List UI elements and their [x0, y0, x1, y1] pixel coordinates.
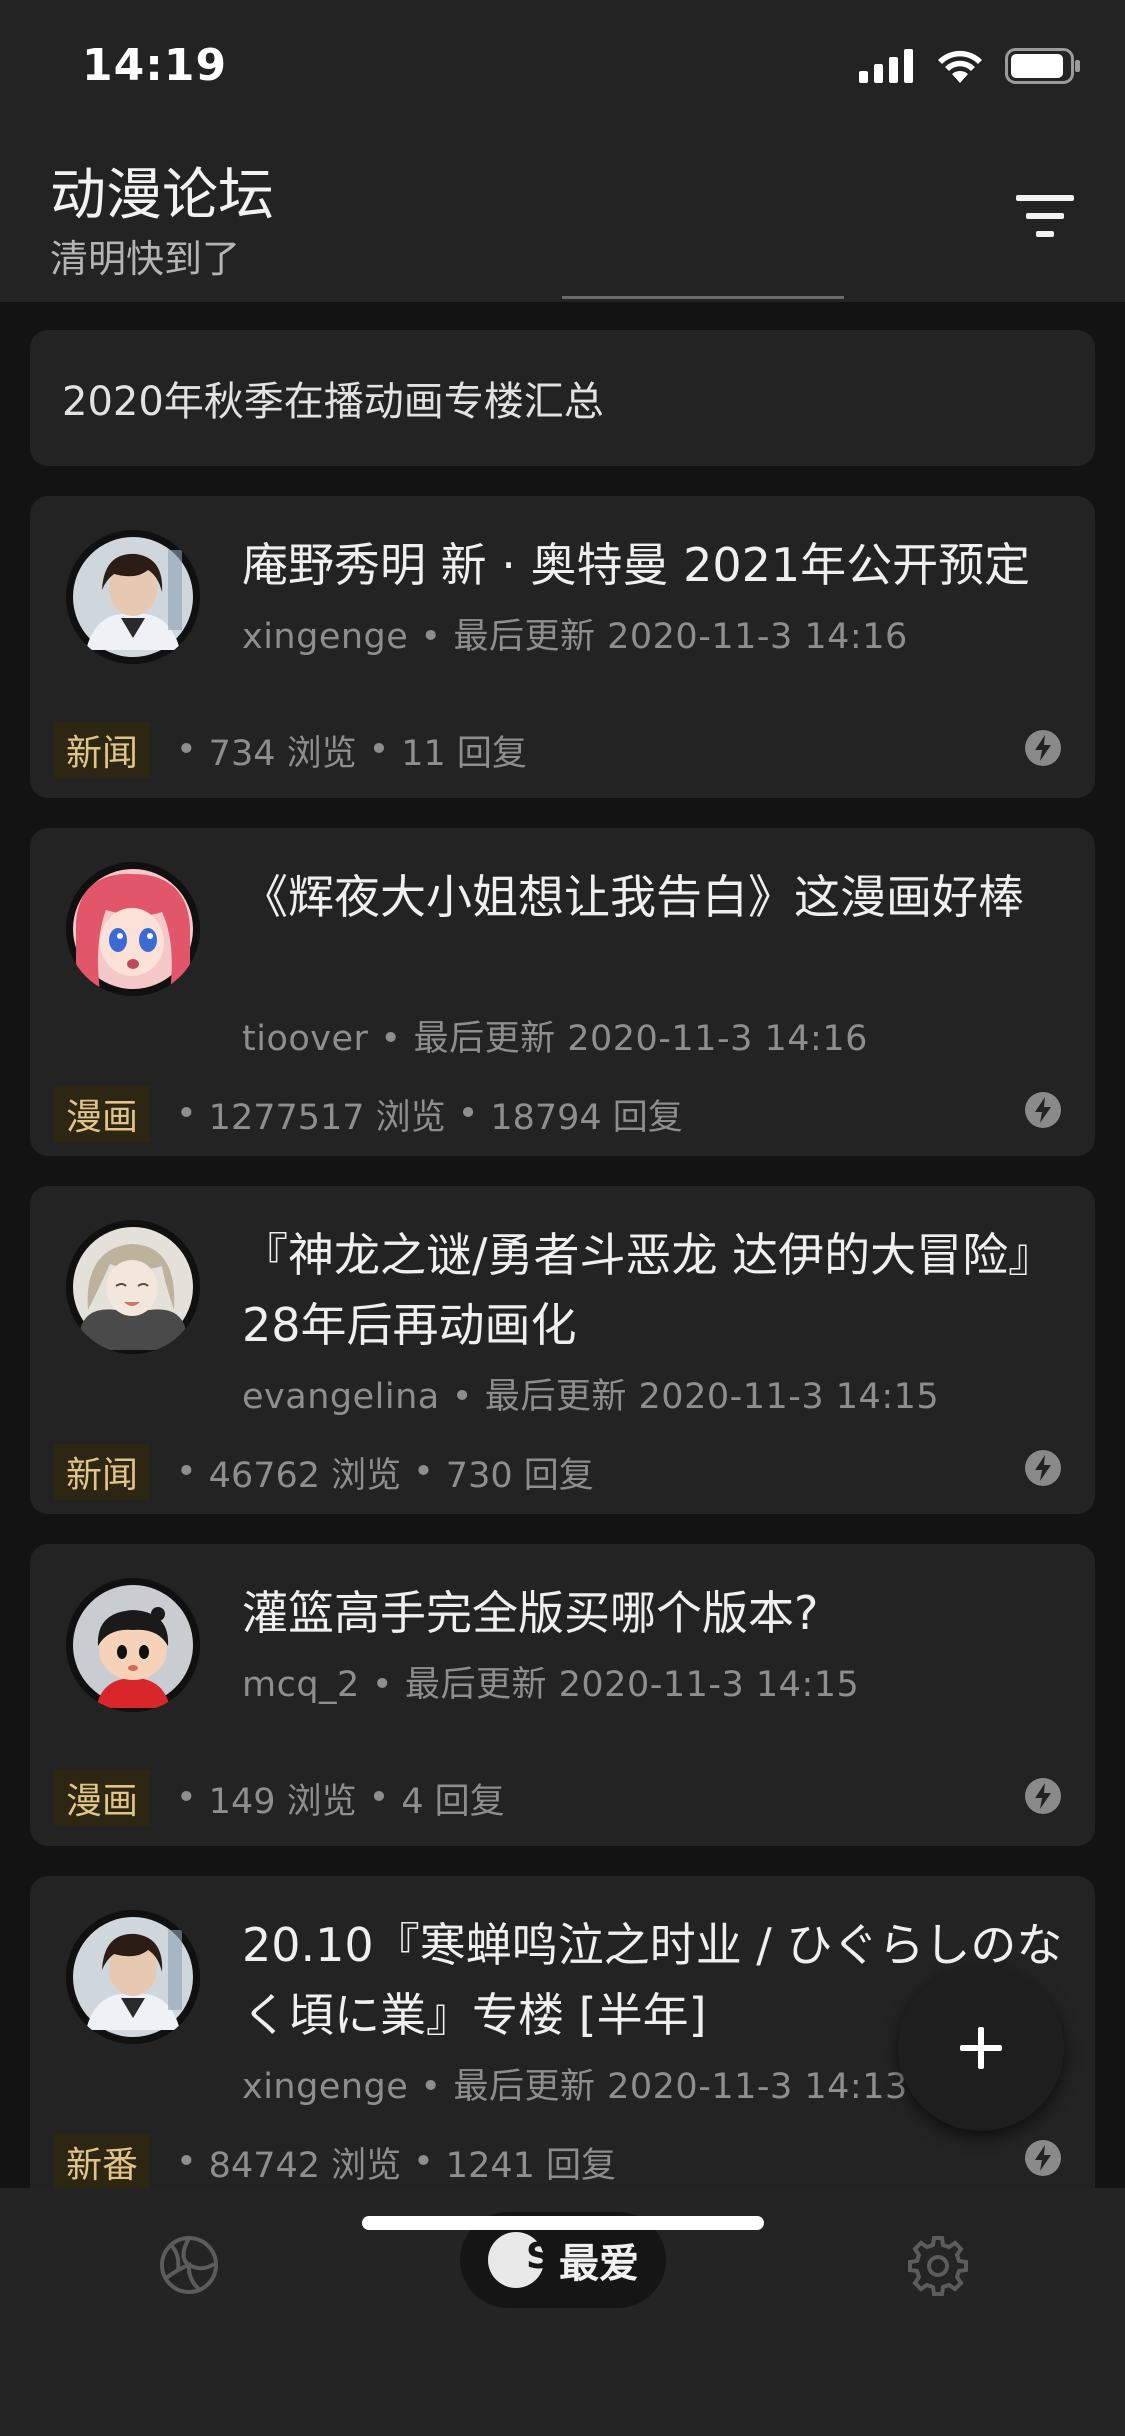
post-card[interactable]: 《辉夜大小姐想让我告白》这漫画好棒 tioover • 最后更新 2020-11-3…: [30, 828, 1095, 1156]
post-views: 46762 浏览: [208, 1455, 402, 1496]
post-replies: 1241 回复: [445, 2145, 616, 2186]
post-title: 庵野秀明 新 · 奥特曼 2021年公开预定: [242, 538, 1031, 592]
post-tag[interactable]: 新番: [54, 2134, 151, 2190]
avatar[interactable]: [66, 862, 200, 996]
post-tag[interactable]: 漫画: [54, 1086, 151, 1142]
post-updated: 2020-11-3 14:13: [607, 2067, 908, 2107]
post-card[interactable]: 庵野秀明 新 · 奥特曼 2021年公开预定 xingenge • 最后更新 202…: [30, 496, 1095, 798]
post-updated: 2020-11-3 14:15: [638, 1377, 940, 1417]
filter-icon: [1016, 195, 1074, 241]
avatar[interactable]: [66, 530, 200, 664]
new-post-button[interactable]: [898, 1965, 1064, 2131]
plus-icon: [960, 2027, 1002, 2069]
nav-item-forums[interactable]: [158, 2234, 220, 2300]
post-author: mcq_2: [242, 1665, 360, 1705]
post-author: tioover: [242, 1019, 369, 1059]
post-updated-label: 最后更新: [453, 617, 596, 657]
status-bar: 14:19: [0, 0, 1125, 140]
bolt-icon[interactable]: [1023, 728, 1063, 768]
post-replies: 4 回复: [401, 1781, 505, 1822]
pinned-post[interactable]: 2020年秋季在播动画专楼汇总: [30, 330, 1095, 466]
favorites-badge-letter: S: [526, 2236, 552, 2277]
post-replies: 730 回复: [445, 1455, 594, 1496]
post-title: 《辉夜大小姐想让我告白》这漫画好棒: [242, 870, 1024, 924]
post-updated: 2020-11-3 14:15: [558, 1665, 860, 1705]
home-indicator: [362, 2216, 764, 2230]
post-meta: xingenge • 最后更新 2020-11-3 14:13: [242, 2067, 908, 2107]
post-updated-label: 最后更新: [413, 1019, 556, 1059]
post-author: xingenge: [242, 617, 409, 657]
post-footer: 漫画 • 1277517 浏览 • 18794 回复: [54, 1086, 683, 1142]
post-card[interactable]: 『神龙之谜/勇者斗恶龙 达伊的大冒险』28年后再动画化 evangelina • 最…: [30, 1186, 1095, 1514]
post-views: 149 浏览: [208, 1781, 357, 1822]
post-views: 1277517 浏览: [208, 1097, 446, 1138]
post-card[interactable]: 灌篮高手完全版买哪个版本? mcq_2 • 最后更新 2020-11-3 14:15…: [30, 1544, 1095, 1846]
app-bar: 动漫论坛 清明快到了: [0, 140, 1125, 302]
post-author: xingenge: [242, 2067, 409, 2107]
post-replies: 18794 回复: [490, 1097, 683, 1138]
post-meta: evangelina • 最后更新 2020-11-3 14:15: [242, 1377, 940, 1417]
avatar[interactable]: [66, 1578, 200, 1712]
post-updated: 2020-11-3 14:16: [567, 1019, 868, 1059]
post-tag[interactable]: 新闻: [54, 1444, 151, 1500]
nav-favorites-label: 最爱: [559, 2241, 639, 2287]
avatar[interactable]: [66, 1220, 200, 1354]
post-updated-label: 最后更新: [453, 2067, 596, 2107]
bolt-icon[interactable]: [1023, 1776, 1063, 1816]
wifi-icon: [937, 49, 983, 87]
post-footer: 新闻 • 46762 浏览 • 730 回复: [54, 1444, 594, 1500]
post-updated-label: 最后更新: [404, 1665, 547, 1705]
page-subtitle: 清明快到了: [50, 237, 241, 281]
post-tag[interactable]: 漫画: [54, 1770, 151, 1826]
screen: 14:19 动漫论坛 清明快到了 2020年秋季在播动画专楼汇总 庵野秀明 新 …: [0, 0, 1125, 2436]
avatar[interactable]: [66, 1910, 200, 2044]
post-title: 灌篮高手完全版买哪个版本?: [242, 1586, 819, 1640]
signal-icon: [859, 49, 915, 87]
post-author: evangelina: [242, 1377, 440, 1417]
post-updated: 2020-11-3 14:16: [607, 617, 908, 657]
post-meta: tioover • 最后更新 2020-11-3 14:16: [242, 1019, 868, 1059]
post-meta: xingenge • 最后更新 2020-11-3 14:16: [242, 617, 908, 657]
pinned-post-title: 2020年秋季在播动画专楼汇总: [62, 379, 604, 425]
volleyball-icon: [160, 2236, 218, 2294]
post-views: 734 浏览: [208, 733, 357, 774]
post-views: 84742 浏览: [208, 2145, 402, 2186]
post-title: 『神龙之谜/勇者斗恶龙 达伊的大冒险』28年后再动画化: [242, 1228, 1055, 1352]
bolt-icon[interactable]: [1023, 2138, 1063, 2178]
status-time: 14:19: [82, 40, 228, 91]
bolt-icon[interactable]: [1023, 1090, 1063, 1130]
bolt-icon[interactable]: [1023, 1448, 1063, 1488]
post-tag[interactable]: 新闻: [54, 722, 151, 778]
post-footer: 漫画 • 149 浏览 • 4 回复: [54, 1770, 505, 1826]
filter-button[interactable]: [1005, 178, 1085, 258]
post-list: 2020年秋季在播动画专楼汇总 庵野秀明 新 · 奥特曼 2021年公开预定 x…: [30, 330, 1095, 2234]
post-replies: 11 回复: [401, 733, 527, 774]
gear-icon: [908, 2236, 968, 2296]
post-meta: mcq_2 • 最后更新 2020-11-3 14:15: [242, 1665, 860, 1705]
status-icons: [859, 46, 1081, 90]
post-footer: 新闻 • 734 浏览 • 11 回复: [54, 722, 527, 778]
tab-indicator: [562, 296, 844, 299]
page-title: 动漫论坛: [50, 163, 274, 228]
post-updated-label: 最后更新: [484, 1377, 627, 1417]
nav-item-settings[interactable]: [906, 2234, 970, 2302]
battery-icon: [1005, 48, 1081, 88]
post-footer: 新番 • 84742 浏览 • 1241 回复: [54, 2134, 616, 2190]
